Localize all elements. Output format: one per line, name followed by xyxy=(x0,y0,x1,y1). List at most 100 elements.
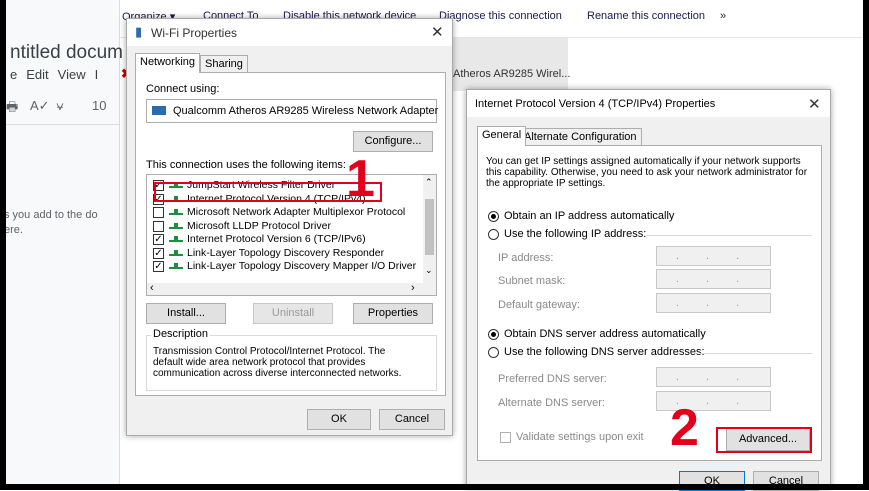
subnet-mask-field: . . . xyxy=(656,269,771,289)
ip-group-line xyxy=(646,235,812,236)
intro-text: You can get IP settings assigned automat… xyxy=(486,156,808,189)
scroll-right-icon[interactable]: › xyxy=(411,282,415,294)
item-checkbox[interactable] xyxy=(153,220,164,232)
description-group: Description Transmission Control Protoco… xyxy=(146,328,437,391)
doc-text-line: ere. xyxy=(4,224,23,236)
item-label: Internet Protocol Version 6 (TCP/IPv6) xyxy=(187,233,366,245)
ipv4-dialog-titlebar[interactable]: Internet Protocol Version 4 (TCP/IPv4) P… xyxy=(467,90,830,117)
item-checkbox[interactable]: ✓ xyxy=(153,261,164,272)
items-label: This connection uses the following items… xyxy=(146,159,346,171)
description-title: Description xyxy=(151,328,211,340)
annotation-step-1: 1 xyxy=(346,150,375,208)
ok-button[interactable]: OK xyxy=(679,471,745,491)
menu-view[interactable]: View xyxy=(58,67,86,82)
use-dns-radio[interactable] xyxy=(488,347,499,358)
item-label: Microsoft LLDP Protocol Driver xyxy=(187,219,331,232)
preferred-dns-field: . . . xyxy=(656,367,771,387)
item-label: Link-Layer Topology Discovery Responder xyxy=(187,246,385,259)
default-gateway-label: Default gateway: xyxy=(498,299,580,311)
list-item[interactable]: ✓ Link-Layer Topology Discovery Responder xyxy=(147,247,423,260)
scroll-thumb[interactable] xyxy=(425,199,434,255)
scroll-up-icon[interactable]: ⌃ xyxy=(425,177,433,188)
wifi-adapter-tile[interactable] xyxy=(448,38,568,91)
item-label: Link-Layer Topology Discovery Mapper I/O… xyxy=(187,260,417,272)
wifi-dialog-titlebar[interactable]: ▮ Wi-Fi Properties ✕ xyxy=(127,19,452,46)
zoom-select[interactable]: 10 xyxy=(92,98,106,113)
spellcheck-icon[interactable]: A✓ xyxy=(30,98,50,114)
item-checkbox[interactable]: ✓ xyxy=(153,247,164,259)
menu-edit[interactable]: Edit xyxy=(26,67,48,82)
install-button[interactable]: Install... xyxy=(146,303,226,324)
uninstall-button: Uninstall xyxy=(253,303,333,324)
adapter-label: Atheros AR9285 Wirel... xyxy=(453,68,571,80)
wifi-properties-dialog: ▮ Wi-Fi Properties ✕ Networking Sharing … xyxy=(126,18,453,436)
doc-text-line: s you add to the do xyxy=(4,209,98,221)
default-gateway-field: . . . xyxy=(656,293,771,313)
ok-button[interactable]: OK xyxy=(307,409,371,430)
subnet-mask-label: Subnet mask: xyxy=(498,275,566,287)
list-item[interactable]: Microsoft LLDP Protocol Driver xyxy=(147,220,423,233)
general-panel: You can get IP settings assigned automat… xyxy=(477,145,822,461)
use-dns-label: Use the following DNS server addresses: xyxy=(504,346,705,358)
obtain-ip-radio[interactable] xyxy=(488,211,499,222)
obtain-ip-label: Obtain an IP address automatically xyxy=(504,210,675,222)
ip-address-field: . . . xyxy=(656,246,771,266)
network-component-icon xyxy=(169,263,183,270)
validate-settings-checkbox[interactable] xyxy=(500,432,511,443)
wifi-adapter-icon: ▮ xyxy=(135,24,143,39)
scroll-left-icon[interactable]: ‹ xyxy=(150,282,154,294)
list-item[interactable]: ✓ Link-Layer Topology Discovery Mapper I/… xyxy=(147,260,423,273)
list-vertical-scrollbar[interactable]: ⌃ ⌄ xyxy=(423,175,436,295)
network-component-icon xyxy=(169,222,183,230)
docs-toolbar: 🖶 A✓ ⍱ 10 xyxy=(0,94,120,120)
obtain-dns-radio[interactable] xyxy=(488,329,499,340)
scroll-down-icon[interactable]: ⌄ xyxy=(425,265,433,276)
description-text: Transmission Control Protocol/Internet P… xyxy=(153,346,402,379)
tab-sharing[interactable]: Sharing xyxy=(200,55,248,73)
wifi-dialog-title: Wi-Fi Properties xyxy=(151,26,238,40)
document-title[interactable]: ntitled docum xyxy=(10,42,123,64)
connect-using-label: Connect using: xyxy=(146,83,220,95)
annotation-step-2: 2 xyxy=(670,399,699,457)
network-adapter-icon xyxy=(152,106,166,115)
rename-connection-button[interactable]: Rename this connection xyxy=(587,10,705,22)
validate-settings-label: Validate settings upon exit xyxy=(516,431,644,443)
network-component-icon xyxy=(169,209,183,216)
close-icon[interactable]: ✕ xyxy=(808,95,821,113)
docs-toolbar-divider xyxy=(0,124,120,125)
properties-button[interactable]: Properties xyxy=(353,303,433,324)
tab-general[interactable]: General xyxy=(477,126,527,146)
close-icon[interactable]: ✕ xyxy=(431,23,444,41)
network-component-icon xyxy=(169,236,183,243)
item-checkbox[interactable]: ✓ xyxy=(153,234,164,245)
adapter-name: Qualcomm Atheros AR9285 Wireless Network… xyxy=(173,105,439,117)
list-horizontal-scrollbar[interactable]: ‹ › xyxy=(147,282,423,295)
item-checkbox[interactable] xyxy=(153,207,164,218)
menu-file[interactable]: e xyxy=(10,67,17,82)
preferred-dns-label: Preferred DNS server: xyxy=(498,373,607,385)
cancel-button[interactable]: Cancel xyxy=(753,471,819,491)
dns-group-line xyxy=(700,353,812,354)
diagnose-connection-button[interactable]: Diagnose this connection xyxy=(439,10,562,22)
document-body[interactable]: s you add to the do ere. xyxy=(4,208,98,238)
tab-alternate-configuration[interactable]: Alternate Configuration xyxy=(519,128,642,146)
list-item[interactable]: Microsoft Network Adapter Multiplexor Pr… xyxy=(147,206,423,219)
use-ip-radio[interactable] xyxy=(488,229,499,240)
adapter-field: Qualcomm Atheros AR9285 Wireless Network… xyxy=(146,99,439,123)
ip-address-label: IP address: xyxy=(498,252,554,264)
docs-menu-bar: e Edit View I xyxy=(10,67,107,82)
obtain-dns-label: Obtain DNS server address automatically xyxy=(504,328,706,340)
cancel-button[interactable]: Cancel xyxy=(379,409,445,430)
more-commands-chevron-icon[interactable]: » xyxy=(720,10,726,22)
network-component-icon xyxy=(169,249,183,257)
print-icon[interactable]: 🖶 xyxy=(6,98,18,120)
ipv4-dialog-title: Internet Protocol Version 4 (TCP/IPv4) P… xyxy=(475,98,716,110)
tab-networking[interactable]: Networking xyxy=(135,53,201,73)
paint-format-icon[interactable]: ⍱ xyxy=(56,98,64,114)
use-ip-label: Use the following IP address: xyxy=(504,228,647,240)
networking-panel: Connect using: Qualcomm Atheros AR9285 W… xyxy=(135,72,446,396)
menu-insert[interactable]: I xyxy=(95,67,99,82)
alternate-dns-label: Alternate DNS server: xyxy=(498,397,605,409)
list-item[interactable]: ✓ Internet Protocol Version 6 (TCP/IPv6) xyxy=(147,233,423,246)
annotation-highlight-advanced xyxy=(716,427,812,453)
